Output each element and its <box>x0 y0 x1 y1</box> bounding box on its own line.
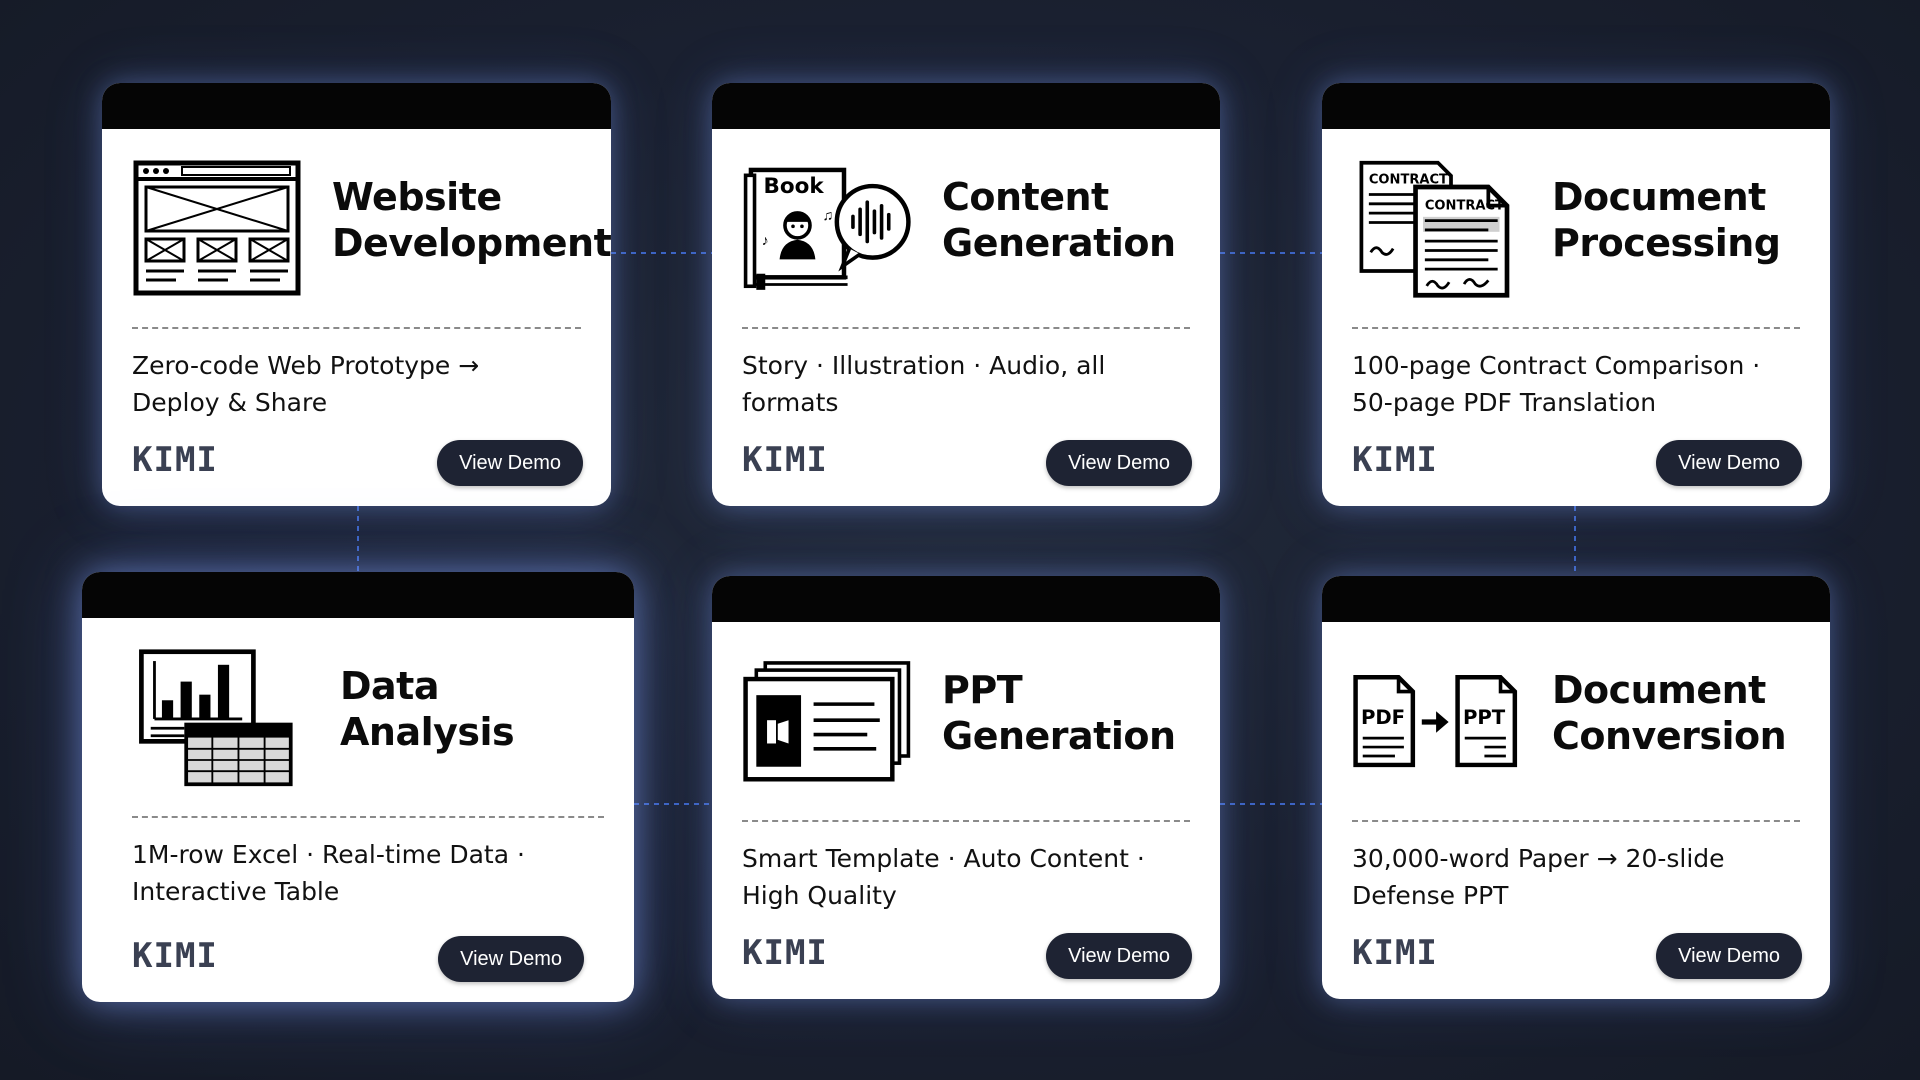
card-header-bar <box>712 576 1220 622</box>
kimi-logo: KIMI <box>1352 933 1438 973</box>
kimi-logo: KIMI <box>742 440 828 480</box>
card-description: Smart Template · Auto Content · High Qual… <box>742 844 1145 910</box>
website-wireframe-icon <box>132 159 302 299</box>
card-title: Content Generation <box>942 175 1176 265</box>
view-demo-button[interactable]: View Demo <box>1656 440 1802 486</box>
slides-stack-icon <box>742 652 912 792</box>
chart-table-icon <box>132 648 302 788</box>
card-divider <box>742 820 1190 822</box>
svg-text:♪: ♪ <box>762 233 769 249</box>
card-description: 100-page Contract Comparison · 50-page PD… <box>1352 351 1761 417</box>
card-title: PPT Generation <box>942 668 1176 758</box>
card-website-development: Website Development Zero-code Web Prototy… <box>102 83 611 506</box>
card-divider <box>742 327 1190 329</box>
card-header-bar <box>102 83 611 129</box>
kimi-logo: KIMI <box>132 440 218 480</box>
svg-text:Book: Book <box>763 174 824 199</box>
view-demo-button[interactable]: View Demo <box>437 440 583 486</box>
card-content-generation: Book ♪ ♫ Content Generation Story · Illu… <box>712 83 1220 506</box>
kimi-logo: KIMI <box>742 933 828 973</box>
card-description: 1M-row Excel · Real-time Data · Interacti… <box>132 840 525 906</box>
card-header-bar <box>82 572 634 618</box>
card-title: Data Analysis <box>340 664 515 754</box>
card-data-analysis: Data Analysis 1M-row Excel · Real-time Da… <box>82 572 634 1002</box>
kimi-logo: KIMI <box>1352 440 1438 480</box>
view-demo-button[interactable]: View Demo <box>1046 933 1192 979</box>
svg-text:PPT: PPT <box>1463 706 1506 729</box>
card-description: Story · Illustration · Audio, all format… <box>742 351 1106 417</box>
view-demo-button[interactable]: View Demo <box>1656 933 1802 979</box>
pdf-to-ppt-icon: PDF PPT <box>1352 652 1522 792</box>
card-title: Website Development <box>332 175 611 265</box>
view-demo-button[interactable]: View Demo <box>438 936 584 982</box>
svg-text:CONTRACT: CONTRACT <box>1425 198 1504 213</box>
card-header-bar <box>1322 576 1830 622</box>
contract-documents-icon: CONTRACT CONTRACT <box>1352 159 1522 299</box>
kimi-logo: KIMI <box>132 936 218 976</box>
card-description: 30,000-word Paper → 20-slide Defense PPT <box>1352 844 1725 910</box>
view-demo-button[interactable]: View Demo <box>1046 440 1192 486</box>
book-audio-icon: Book ♪ ♫ <box>742 159 912 299</box>
card-description: Zero-code Web Prototype → Deploy & Share <box>132 351 480 417</box>
card-ppt-generation: PPT Generation Smart Template · Auto Cont… <box>712 576 1220 999</box>
card-document-processing: CONTRACT CONTRACT Document Processing 10… <box>1322 83 1830 506</box>
svg-text:PDF: PDF <box>1361 706 1405 729</box>
card-divider <box>132 327 581 329</box>
card-title: Document Conversion <box>1552 668 1787 758</box>
card-divider <box>1352 327 1800 329</box>
svg-text:♫: ♫ <box>823 208 834 224</box>
card-title: Document Processing <box>1552 175 1781 265</box>
card-document-conversion: PDF PPT Document Conversion 30,000-word P… <box>1322 576 1830 999</box>
card-header-bar <box>1322 83 1830 129</box>
card-header-bar <box>712 83 1220 129</box>
card-divider <box>132 816 604 818</box>
card-divider <box>1352 820 1800 822</box>
